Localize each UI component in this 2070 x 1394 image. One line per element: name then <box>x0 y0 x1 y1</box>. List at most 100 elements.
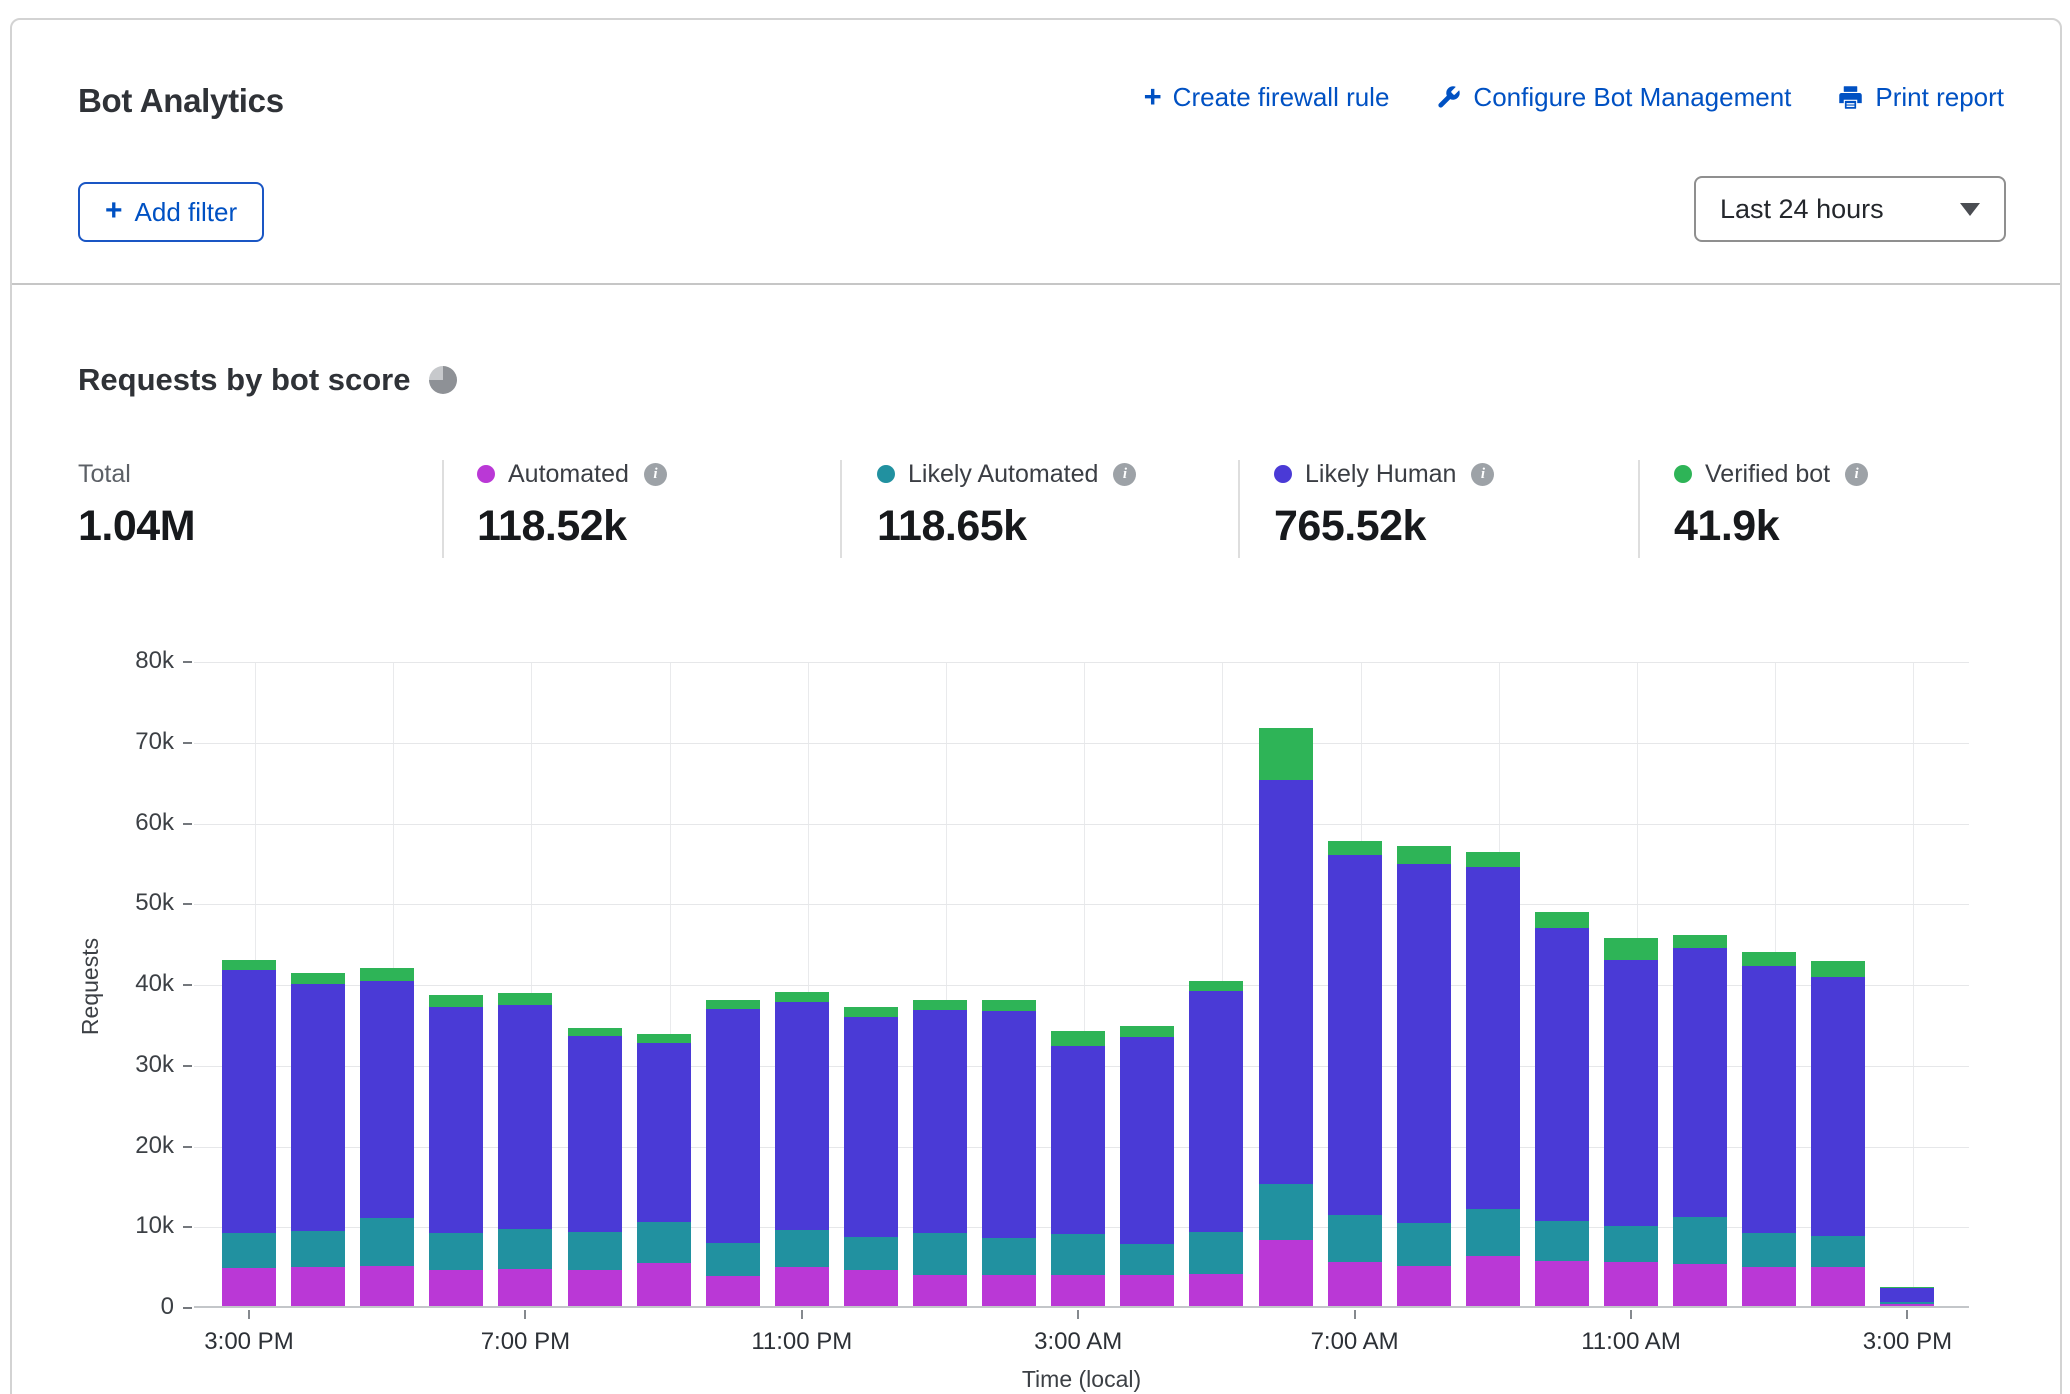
bar-segment-likely-human <box>1811 977 1865 1236</box>
bar-segment-verified-bot <box>913 1000 967 1010</box>
chart-plot-area <box>194 662 1969 1308</box>
bar-group <box>1259 728 1313 1306</box>
bar-segment-verified-bot <box>982 1000 1036 1011</box>
info-icon[interactable]: i <box>644 463 667 486</box>
bar-segment-automated <box>1811 1267 1865 1306</box>
print-report-link[interactable]: Print report <box>1837 82 2004 113</box>
configure-bot-management-link[interactable]: Configure Bot Management <box>1435 82 1791 113</box>
bar-segment-likely-automated <box>1397 1223 1451 1267</box>
bar-segment-likely-human <box>706 1009 760 1243</box>
bar-segment-verified-bot <box>844 1007 898 1017</box>
bar-segment-likely-automated <box>844 1237 898 1271</box>
bot-analytics-page: Bot Analytics + Create firewall rule Con… <box>0 0 2070 1394</box>
bar-segment-likely-automated <box>1466 1209 1520 1256</box>
create-firewall-rule-link[interactable]: + Create firewall rule <box>1144 82 1390 113</box>
info-icon[interactable]: i <box>1113 463 1136 486</box>
bar-segment-verified-bot <box>1673 935 1727 948</box>
y-axis-tick <box>183 661 192 663</box>
stat-likely-automated-value: 118.65k <box>877 502 1136 551</box>
bar-segment-automated <box>1466 1256 1520 1306</box>
info-icon[interactable]: i <box>1845 463 1868 486</box>
bar-segment-verified-bot <box>1120 1026 1174 1037</box>
analytics-card: Bot Analytics + Create firewall rule Con… <box>10 18 2062 1394</box>
stat-automated-label: Automated <box>508 460 629 489</box>
bar-segment-verified-bot <box>498 993 552 1005</box>
bar-group <box>1880 1287 1934 1306</box>
bar-segment-verified-bot <box>568 1028 622 1036</box>
x-axis-tick-label: 7:00 AM <box>1311 1328 1399 1356</box>
bar-segment-likely-automated <box>1880 1302 1934 1304</box>
stat-likely-human-label: Likely Human <box>1305 460 1456 489</box>
bar-segment-likely-human <box>1880 1287 1934 1302</box>
bar-segment-automated <box>1328 1262 1382 1306</box>
bar-segment-likely-human <box>913 1010 967 1233</box>
requests-bar-chart: 010k20k30k40k50k60k70k80kRequests3:00 PM… <box>12 662 2070 1394</box>
bar-group <box>1120 1026 1174 1306</box>
stat-divider <box>1638 460 1640 558</box>
y-axis-tick-label: 10k <box>74 1212 174 1240</box>
add-filter-label: Add filter <box>135 197 238 228</box>
bar-segment-verified-bot <box>429 995 483 1007</box>
bar-segment-verified-bot <box>706 1000 760 1009</box>
print-report-label: Print report <box>1875 82 2004 113</box>
bar-segment-verified-bot <box>291 973 345 984</box>
bar-segment-automated <box>1051 1275 1105 1306</box>
bar-segment-likely-automated <box>1328 1215 1382 1263</box>
y-axis-tick-label: 20k <box>74 1132 174 1160</box>
stat-likely-human-value: 765.52k <box>1274 502 1494 551</box>
bar-group <box>1051 1031 1105 1306</box>
x-axis-tick <box>1906 1310 1908 1319</box>
bar-group <box>982 1000 1036 1306</box>
y-axis-tick-label: 60k <box>74 809 174 837</box>
bar-segment-likely-automated <box>568 1232 622 1271</box>
stat-likely-automated: Likely Automated i 118.65k <box>877 458 1136 551</box>
stat-automated: Automated i 118.52k <box>477 458 667 551</box>
y-axis-tick <box>183 823 192 825</box>
bar-segment-likely-human <box>1604 960 1658 1226</box>
verified-bot-legend-dot <box>1674 465 1692 483</box>
y-axis-tick-label: 0 <box>74 1293 174 1321</box>
bar-group <box>1535 912 1589 1306</box>
x-axis-tick-label: 7:00 PM <box>481 1328 570 1356</box>
y-axis-tick <box>183 903 192 905</box>
bar-segment-verified-bot <box>637 1034 691 1043</box>
bar-segment-automated <box>498 1269 552 1306</box>
bar-segment-likely-automated <box>1604 1226 1658 1262</box>
bar-segment-verified-bot <box>1880 1287 1934 1288</box>
chevron-down-icon <box>1960 203 1980 216</box>
bar-segment-likely-automated <box>1535 1221 1589 1261</box>
x-axis-tick <box>1630 1310 1632 1319</box>
bar-group <box>1673 935 1727 1306</box>
bar-segment-likely-automated <box>1673 1217 1727 1264</box>
bar-group <box>1397 846 1451 1306</box>
bar-segment-automated <box>429 1270 483 1306</box>
time-range-select[interactable]: Last 24 hours <box>1694 176 2006 242</box>
stat-verified-bot-label: Verified bot <box>1705 460 1830 489</box>
bar-segment-likely-human <box>1673 948 1727 1217</box>
info-icon[interactable]: i <box>1471 463 1494 486</box>
bar-segment-likely-human <box>1189 991 1243 1232</box>
wrench-icon <box>1435 84 1462 111</box>
bar-segment-likely-automated <box>1051 1234 1105 1275</box>
y-axis-tick <box>183 1146 192 1148</box>
bar-segment-verified-bot <box>1328 841 1382 856</box>
automated-legend-dot <box>477 465 495 483</box>
bar-segment-likely-human <box>568 1036 622 1231</box>
bar-group <box>498 993 552 1306</box>
stat-divider <box>1238 460 1240 558</box>
pie-chart-icon <box>429 366 457 394</box>
add-filter-button[interactable]: + Add filter <box>78 182 264 242</box>
stat-total-value: 1.04M <box>78 502 195 551</box>
y-axis-tick-label: 80k <box>74 647 174 675</box>
bar-segment-automated <box>637 1263 691 1306</box>
plus-icon: + <box>1144 81 1162 112</box>
bar-segment-likely-automated <box>982 1238 1036 1274</box>
bar-segment-likely-human <box>1466 867 1520 1209</box>
bar-segment-likely-human <box>429 1007 483 1233</box>
y-axis-tick-label: 50k <box>74 889 174 917</box>
bar-segment-automated <box>1880 1304 1934 1306</box>
gridline <box>194 743 1969 744</box>
x-axis-tick <box>248 1310 250 1319</box>
bar-segment-verified-bot <box>1604 938 1658 961</box>
bar-segment-likely-human <box>1742 966 1796 1232</box>
